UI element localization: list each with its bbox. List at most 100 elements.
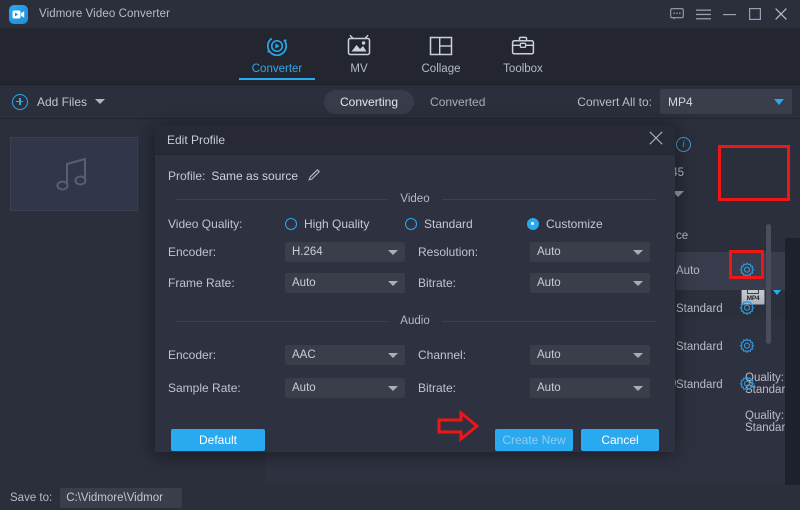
app-logo-icon xyxy=(9,5,28,24)
tab-toolbox[interactable]: Toolbox xyxy=(482,28,564,75)
gear-icon[interactable] xyxy=(739,376,755,395)
active-tab-indicator xyxy=(239,78,315,80)
audio-channel-select[interactable]: Auto xyxy=(530,345,650,365)
gear-icon[interactable] xyxy=(739,338,755,357)
chevron-down-icon xyxy=(633,353,643,358)
application-window: Vidmore Video Converter xyxy=(0,0,800,510)
chevron-down-icon xyxy=(633,386,643,391)
window-controls xyxy=(664,0,800,28)
default-button[interactable]: Default xyxy=(171,429,265,451)
audio-bitrate-value: Auto xyxy=(537,382,561,394)
save-to-path-input[interactable]: C:\Vidmore\Vidmor xyxy=(60,488,182,508)
audio-bitrate-select[interactable]: Auto xyxy=(530,378,650,398)
tab-toolbox-label: Toolbox xyxy=(503,63,543,75)
video-bitrate-label: Bitrate: xyxy=(405,276,530,290)
row-quality: Standard xyxy=(676,303,723,315)
video-encoder-select[interactable]: H.264 xyxy=(285,242,405,262)
minimize-icon[interactable] xyxy=(716,0,742,28)
audio-samplerate-value: Auto xyxy=(292,382,316,394)
audio-bitrate-label: Bitrate: xyxy=(405,381,530,395)
cancel-button[interactable]: Cancel xyxy=(581,429,659,451)
video-encoder-value: H.264 xyxy=(292,246,323,258)
comment-icon[interactable] xyxy=(664,0,690,28)
convert-all-to-select[interactable]: MP4 xyxy=(660,89,792,114)
audio-encoder-label: Encoder: xyxy=(155,348,285,362)
chevron-down-icon xyxy=(388,250,398,255)
converter-icon xyxy=(264,32,290,60)
radio-high-quality-label: High Quality xyxy=(304,217,369,231)
row-quality: Standard xyxy=(676,341,723,353)
dialog-header: Edit Profile xyxy=(155,125,675,155)
bottom-bar: Save to: C:\Vidmore\Vidmor xyxy=(0,485,800,510)
row-quality: Standard xyxy=(676,379,723,391)
converting-converted-tabs: Converting Converted xyxy=(324,90,501,114)
chevron-down-icon xyxy=(633,250,643,255)
app-title: Vidmore Video Converter xyxy=(39,8,170,20)
gear-icon[interactable] xyxy=(739,300,755,319)
tab-converted[interactable]: Converted xyxy=(414,90,501,114)
plus-circle-icon xyxy=(12,94,28,110)
video-encoder-label: Encoder: xyxy=(155,245,285,259)
add-files-label: Add Files xyxy=(37,95,87,109)
create-new-button[interactable]: Create New xyxy=(495,429,573,451)
video-framerate-value: Auto xyxy=(292,277,316,289)
music-note-icon xyxy=(51,153,97,195)
tab-mv-label: MV xyxy=(350,63,367,75)
format-list-scrollbar[interactable] xyxy=(766,224,771,344)
gear-icon[interactable] xyxy=(739,262,755,281)
audio-encoder-select[interactable]: AAC xyxy=(285,345,405,365)
chevron-down-icon xyxy=(388,353,398,358)
audio-channel-value: Auto xyxy=(537,349,561,361)
add-files-button[interactable]: Add Files xyxy=(12,94,105,110)
convert-all-to-control: Convert All to: MP4 xyxy=(577,89,792,114)
audio-encoder-value: AAC xyxy=(292,349,316,361)
video-bitrate-select[interactable]: Auto xyxy=(530,273,650,293)
audio-section-divider: Audio xyxy=(175,315,655,327)
main-navigation: Converter MV xyxy=(0,28,800,85)
right-edge-panel xyxy=(785,238,800,510)
video-quality-label: Video Quality: xyxy=(155,217,285,231)
audio-samplerate-bitrate-row: Sample Rate: Auto Bitrate: Auto xyxy=(155,378,675,398)
video-resolution-select[interactable]: Auto xyxy=(530,242,650,262)
audio-section-title: Audio xyxy=(388,315,441,327)
tab-mv[interactable]: MV xyxy=(318,28,400,75)
hamburger-icon[interactable] xyxy=(690,0,716,28)
tab-collage[interactable]: Collage xyxy=(400,28,482,75)
divider-line-right xyxy=(442,321,655,322)
radio-icon-selected xyxy=(527,218,539,230)
chevron-down-icon xyxy=(388,281,398,286)
file-thumbnail[interactable] xyxy=(10,137,138,211)
collage-icon xyxy=(428,32,454,60)
close-icon[interactable] xyxy=(649,131,663,148)
tab-converter[interactable]: Converter xyxy=(236,28,318,75)
radio-standard[interactable]: Standard xyxy=(405,217,527,231)
audio-samplerate-label: Sample Rate: xyxy=(155,381,285,395)
convert-all-to-label: Convert All to: xyxy=(577,95,652,109)
video-bitrate-value: Auto xyxy=(537,277,561,289)
dialog-footer: Default Create New Cancel xyxy=(155,429,675,451)
radio-high-quality[interactable]: High Quality xyxy=(285,217,405,231)
video-section-title: Video xyxy=(388,193,441,205)
video-section-divider: Video xyxy=(175,193,655,205)
video-resolution-value: Auto xyxy=(537,246,561,258)
info-icon[interactable]: i xyxy=(676,137,691,152)
video-resolution-label: Resolution: xyxy=(405,245,530,259)
edit-profile-dialog: Edit Profile Profile: Same as source xyxy=(155,125,675,452)
close-icon[interactable] xyxy=(768,0,794,28)
chevron-down-icon xyxy=(774,99,784,105)
maximize-icon[interactable] xyxy=(742,0,768,28)
chevron-down-icon xyxy=(388,386,398,391)
radio-customize[interactable]: Customize xyxy=(527,217,603,231)
pencil-icon[interactable] xyxy=(308,168,321,184)
audio-samplerate-select[interactable]: Auto xyxy=(285,378,405,398)
tab-converting[interactable]: Converting xyxy=(324,90,414,114)
dialog-title: Edit Profile xyxy=(167,133,225,147)
chevron-down-icon xyxy=(633,281,643,286)
video-framerate-select[interactable]: Auto xyxy=(285,273,405,293)
audio-channel-label: Channel: xyxy=(405,348,530,362)
dialog-body: Profile: Same as source Video Video Qual… xyxy=(155,168,675,465)
video-framerate-label: Frame Rate: xyxy=(155,276,285,290)
chevron-down-icon[interactable] xyxy=(95,99,105,104)
table-row[interactable]: Standard xyxy=(676,366,785,404)
toolbox-icon xyxy=(510,32,536,60)
